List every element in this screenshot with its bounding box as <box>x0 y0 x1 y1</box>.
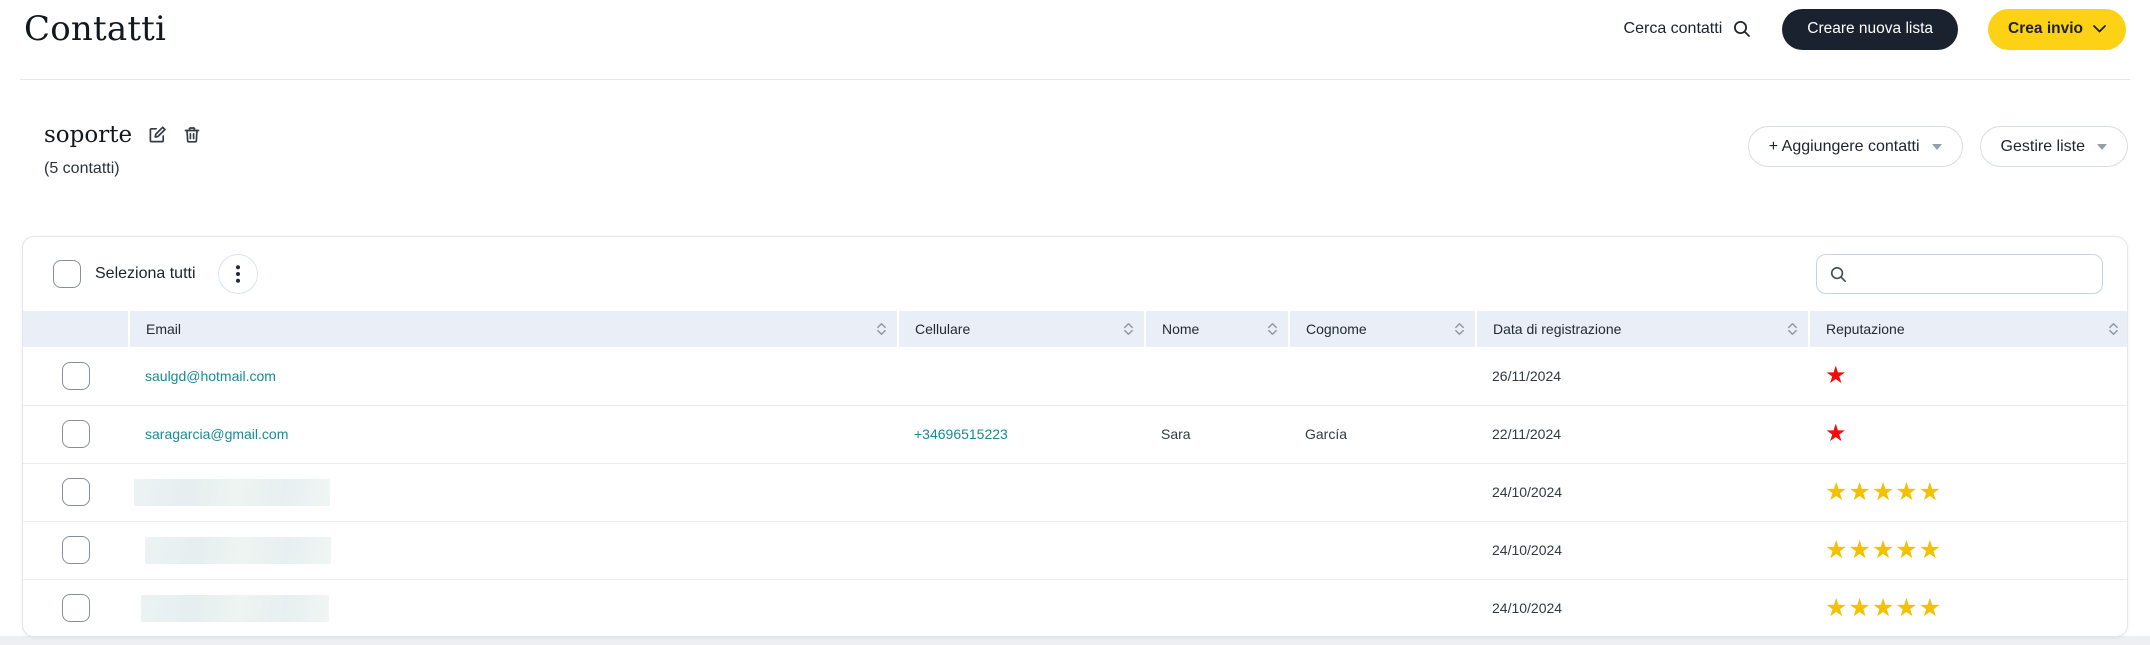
sort-icon[interactable] <box>1454 322 1465 336</box>
column-header-label: Cognome <box>1306 321 1367 337</box>
last-name-cell <box>1289 463 1476 521</box>
table-search-input[interactable] <box>1858 265 2090 283</box>
registration-date-cell: 24/10/2024 <box>1492 484 1563 500</box>
column-header-label: Email <box>146 321 182 337</box>
table-toolbar: Seleziona tutti <box>23 237 2127 311</box>
search-icon <box>1734 21 1751 37</box>
row-checkbox[interactable] <box>62 536 90 564</box>
first-name-cell <box>1145 521 1289 579</box>
last-name-cell <box>1289 347 1476 405</box>
sort-icon[interactable] <box>1123 322 1134 336</box>
kebab-menu-icon <box>235 265 240 283</box>
first-name-cell <box>1145 463 1289 521</box>
column-header-reputazione[interactable]: Reputazione <box>1809 311 2127 347</box>
first-name-cell <box>1145 347 1289 405</box>
create-send-button[interactable]: Crea invio <box>1988 8 2126 50</box>
create-new-list-button[interactable]: Creare nuova lista <box>1782 8 1959 50</box>
row-checkbox[interactable] <box>62 594 90 623</box>
contacts-table-card: Seleziona tutti Email Cellulare Nome Cognom… <box>22 236 2128 637</box>
page-title: Contatti <box>24 9 167 49</box>
registration-date-cell: 24/10/2024 <box>1492 542 1563 558</box>
column-header-data-di-registrazione[interactable]: Data di registrazione <box>1476 311 1810 347</box>
column-header-label: Reputazione <box>1826 321 1905 337</box>
phone-link[interactable]: +34696515223 <box>914 426 1008 442</box>
reputation-stars: ★ <box>1825 420 1848 447</box>
column-header-cognome[interactable]: Cognome <box>1289 311 1477 347</box>
list-name: soporte <box>44 122 133 148</box>
create-send-label: Crea invio <box>2008 20 2083 37</box>
last-name-cell: García <box>1305 426 1348 442</box>
first-name-cell <box>1145 579 1289 636</box>
reputation-stars: ★★★★★ <box>1825 477 1943 506</box>
table-row: 24/10/2024 ★★★★★ <box>23 521 2127 579</box>
table-row: saragarcia@gmail.com +34696515223 Sara Garc… <box>23 405 2127 463</box>
trash-icon <box>184 127 200 143</box>
row-checkbox[interactable] <box>62 420 90 448</box>
add-contacts-label: + Aggiungere contatti <box>1768 137 1920 155</box>
add-contacts-button[interactable]: + Aggiungere contatti <box>1747 126 1963 167</box>
search-icon <box>1830 266 1846 282</box>
bulk-actions-menu-button[interactable] <box>217 254 258 294</box>
column-header-label: Nome <box>1162 321 1200 337</box>
table-search-box[interactable] <box>1816 254 2103 294</box>
redacted-email <box>145 536 331 564</box>
sort-icon[interactable] <box>876 322 887 336</box>
column-header-cellulare[interactable]: Cellulare <box>898 311 1146 347</box>
table-row: 24/10/2024 ★★★★★ <box>23 579 2127 636</box>
header-divider <box>20 79 2130 80</box>
table-row: saulgd@hotmail.com 26/11/2024 ★ <box>23 347 2127 405</box>
email-link[interactable]: saulgd@hotmail.com <box>145 368 276 384</box>
select-all-label: Seleziona tutti <box>95 265 196 282</box>
column-header-label: Data di registrazione <box>1493 321 1622 337</box>
reputation-stars: ★★★★★ <box>1825 535 1943 564</box>
column-header-checkbox <box>23 311 130 347</box>
reputation-stars: ★ <box>1825 361 1848 389</box>
registration-date-cell: 26/11/2024 <box>1492 367 1562 384</box>
topbar-actions: Cerca contatti Creare nuova lista Crea i… <box>1624 8 2126 50</box>
edit-list-button[interactable] <box>147 125 167 145</box>
first-name-cell: Sara <box>1161 426 1191 442</box>
chevron-down-icon <box>2093 25 2106 33</box>
list-info: soporte (5 contatti) <box>44 122 202 178</box>
list-actions: + Aggiungere contatti Gestire liste <box>1747 126 2128 167</box>
last-name-cell <box>1289 521 1476 579</box>
column-header-email[interactable]: Email <box>129 311 899 347</box>
redacted-email <box>134 478 330 506</box>
column-header-nome[interactable]: Nome <box>1145 311 1290 347</box>
select-all-checkbox[interactable] <box>53 260 81 288</box>
sort-icon[interactable] <box>2108 322 2119 336</box>
list-contact-count: (5 contatti) <box>44 160 120 177</box>
list-header: soporte (5 contatti) + Aggiungere contat… <box>44 122 2128 178</box>
sort-icon[interactable] <box>1787 322 1798 336</box>
topbar: Contatti Cerca contatti Creare nuova lis… <box>24 0 2126 58</box>
registration-date-cell: 24/10/2024 <box>1492 600 1563 617</box>
registration-date-cell: 22/11/2024 <box>1492 426 1562 442</box>
sort-icon[interactable] <box>1267 322 1278 336</box>
reputation-stars: ★★★★★ <box>1825 593 1943 622</box>
redacted-email <box>141 594 329 622</box>
search-contacts-link[interactable]: Cerca contatti <box>1624 19 1753 39</box>
caret-down-icon <box>2097 143 2107 150</box>
table-row: 24/10/2024 ★★★★★ <box>23 463 2127 521</box>
edit-icon <box>149 126 166 143</box>
manage-lists-label: Gestire liste <box>2000 137 2085 155</box>
manage-lists-button[interactable]: Gestire liste <box>1979 126 2128 167</box>
search-contacts-label: Cerca contatti <box>1623 20 1723 37</box>
table-header-row: Email Cellulare Nome Cognome Data di registr… <box>23 311 2127 347</box>
page-bottom-background <box>0 636 2150 645</box>
contacts-table: Email Cellulare Nome Cognome Data di registr… <box>23 311 2127 636</box>
caret-down-icon <box>1931 143 1942 150</box>
row-checkbox[interactable] <box>62 361 90 390</box>
delete-list-button[interactable] <box>182 125 202 145</box>
email-link[interactable]: saragarcia@gmail.com <box>145 426 288 442</box>
column-header-label: Cellulare <box>915 321 971 337</box>
last-name-cell <box>1289 579 1476 636</box>
row-checkbox[interactable] <box>62 478 90 506</box>
